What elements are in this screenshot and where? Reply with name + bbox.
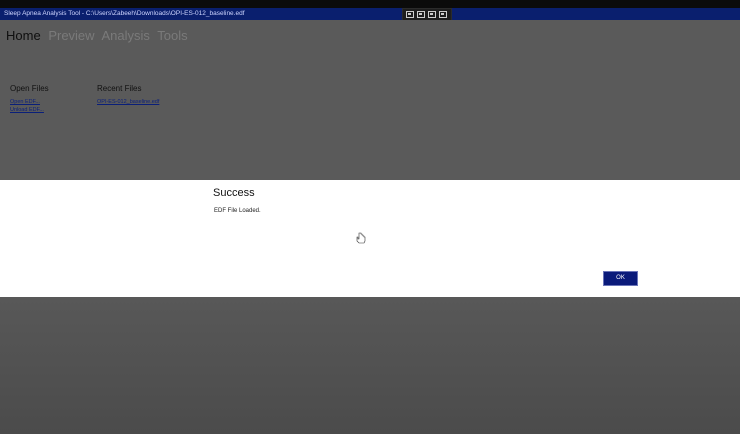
open-files-title: Open Files (10, 84, 49, 93)
top-black-bar (0, 0, 740, 8)
open-edf-link[interactable]: Open EDF... (10, 99, 40, 105)
recent-files-title: Recent Files (97, 84, 142, 93)
main-nav: Home Preview Analysis Tools (6, 28, 192, 43)
tab-analysis[interactable]: Analysis (101, 28, 149, 43)
tab-preview[interactable]: Preview (48, 28, 94, 43)
tool-icon[interactable] (439, 11, 447, 18)
tab-tools[interactable]: Tools (157, 28, 187, 43)
tab-home[interactable]: Home (6, 28, 41, 43)
window-titlebar: Sleep Apnea Analysis Tool - C:\Users\Zab… (0, 8, 740, 20)
success-dialog: Success EDF File Loaded. OK (0, 180, 740, 297)
lower-overlay (0, 297, 740, 434)
tool-icon[interactable] (428, 11, 436, 18)
tool-icon[interactable] (417, 11, 425, 18)
hand-cursor-icon (356, 232, 366, 244)
recent-file-link[interactable]: OPI-ES-012_baseline.edf (97, 99, 159, 105)
ok-button[interactable]: OK (603, 271, 638, 286)
dialog-title: Success (213, 187, 255, 199)
unload-edf-link[interactable]: Unload EDF... (10, 107, 44, 113)
tool-icon[interactable] (406, 11, 414, 18)
dialog-message: EDF File Loaded. (214, 208, 261, 214)
home-page: Home Preview Analysis Tools Open Files O… (0, 20, 740, 180)
window-title: Sleep Apnea Analysis Tool - C:\Users\Zab… (4, 10, 245, 17)
